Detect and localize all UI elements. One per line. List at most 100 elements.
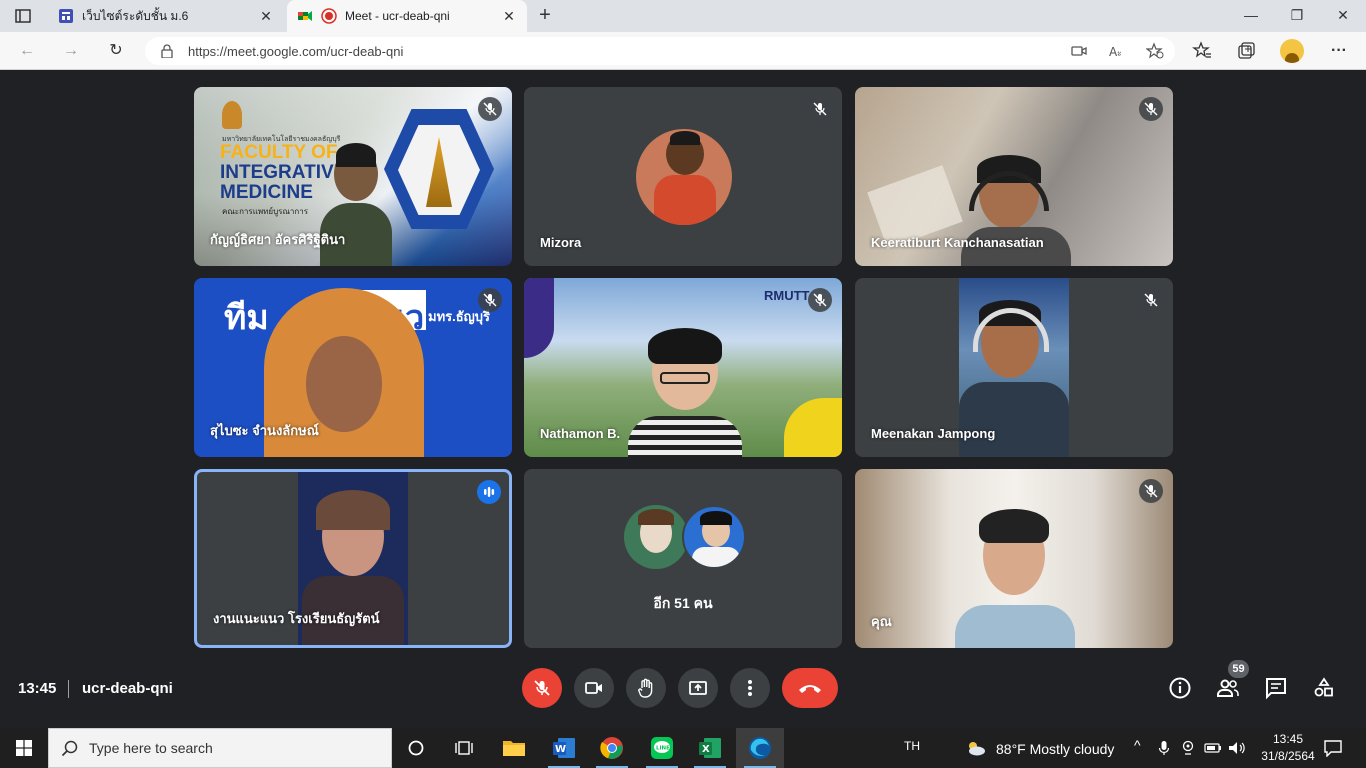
forward-arrow-icon[interactable]: →	[60, 40, 82, 62]
new-tab-button[interactable]: +	[534, 4, 556, 26]
avatar	[636, 129, 732, 225]
cortana-button[interactable]	[392, 728, 440, 768]
present-icon	[689, 681, 707, 695]
speaking-indicator-icon	[477, 480, 501, 504]
input-language[interactable]: TH	[904, 739, 920, 753]
url-text[interactable]: https://meet.google.com/ucr-deab-qni	[188, 44, 403, 59]
participant-name: สุไบซะ จำนงลักษณ์	[210, 423, 319, 438]
mic-muted-icon	[1139, 288, 1163, 312]
edge-button[interactable]	[736, 728, 784, 768]
back-arrow-icon[interactable]: ←	[16, 40, 38, 62]
participant-tile[interactable]: RMUTT Nathamon B.	[524, 278, 842, 457]
more-vert-icon	[748, 680, 752, 696]
restore-button[interactable]: ❐	[1274, 0, 1320, 32]
meeting-details-icon[interactable]	[1168, 676, 1192, 700]
svg-text:X: X	[702, 744, 710, 755]
more-menu-icon[interactable]: ···	[1328, 40, 1350, 62]
participant-tile[interactable]: Meenakan Jampong	[855, 278, 1173, 457]
word-button[interactable]: W	[540, 728, 588, 768]
present-screen-button[interactable]	[678, 668, 718, 708]
raise-hand-button[interactable]	[626, 668, 666, 708]
refresh-icon[interactable]: ↻	[105, 40, 127, 62]
line-app-button[interactable]: LINE	[638, 728, 686, 768]
participant-tile[interactable]: คุณ	[855, 469, 1173, 648]
mic-muted-icon	[808, 288, 832, 312]
clock-date[interactable]: 31/8/2564	[1256, 749, 1320, 763]
chrome-icon	[600, 737, 623, 759]
participant-count-badge: 59	[1228, 660, 1249, 678]
edge-icon	[749, 737, 771, 759]
search-placeholder: Type here to search	[89, 740, 213, 756]
cortana-circle-icon	[408, 740, 424, 756]
notification-center-icon[interactable]	[1324, 739, 1342, 757]
mic-muted-icon	[1139, 97, 1163, 121]
volume-icon[interactable]	[1228, 740, 1246, 756]
close-window-button[interactable]: ✕	[1320, 0, 1366, 32]
camera-toggle-button[interactable]	[574, 668, 614, 708]
mic-off-icon	[534, 680, 550, 696]
clock-time[interactable]: 13:45	[1266, 732, 1310, 746]
avatar	[682, 505, 746, 569]
activities-icon[interactable]	[1312, 676, 1336, 700]
chat-icon[interactable]	[1264, 676, 1288, 700]
faculty-thai-text: คณะการแพทย์บูรณาการ	[222, 207, 309, 216]
participant-name: กัญญ์ธิศยา อัครศิริฐิตินา	[210, 232, 346, 247]
more-options-button[interactable]	[730, 668, 770, 708]
start-button[interactable]	[0, 728, 48, 768]
microphone-tray-icon[interactable]	[1158, 740, 1170, 756]
university-logo-icon	[222, 101, 242, 129]
favorites-icon[interactable]	[1192, 41, 1212, 61]
rmutt-logo-text: RMUTT	[764, 288, 810, 303]
faculty-title-line3: MEDICINE	[220, 182, 313, 203]
participant-name: คุณ	[871, 614, 892, 629]
participant-tile[interactable]: Mizora	[524, 87, 842, 266]
others-tile[interactable]: อีก 51 คน	[524, 469, 842, 648]
camera-icon	[585, 682, 602, 694]
microphone-toggle-button[interactable]	[522, 668, 562, 708]
svg-text:ะ: ะ	[1117, 49, 1122, 59]
weather-cloud-icon[interactable]	[964, 739, 988, 757]
folder-icon	[503, 741, 525, 756]
participant-tile[interactable]: ทีม แนว มทร.ธัญบุรี สุไบซะ จำนงลักษณ์	[194, 278, 512, 457]
participant-tile-active-speaker[interactable]: งานแนะแนว โรงเรียนธัญรัตน์	[194, 469, 512, 648]
participant-name: Mizora	[540, 235, 582, 250]
site-favicon-icon	[59, 9, 73, 23]
close-tab-icon[interactable]: ✕	[258, 8, 274, 25]
battery-icon[interactable]	[1204, 742, 1222, 754]
participant-tile[interactable]: Keeratiburt Kanchanasatian	[855, 87, 1173, 266]
lock-icon	[161, 44, 173, 58]
tab-title: เว็บไซต์ระดับชั้น ม.6	[82, 8, 189, 23]
address-bar-row: ← → ↻ https://meet.google.com/ucr-deab-q…	[0, 32, 1366, 70]
show-hidden-icons-icon[interactable]: ^	[1134, 737, 1141, 753]
excel-icon: X	[699, 738, 721, 758]
file-explorer-button[interactable]	[490, 728, 538, 768]
close-tab-icon[interactable]: ✕	[501, 8, 517, 25]
participants-icon[interactable]	[1216, 676, 1240, 700]
tab-website[interactable]: เว็บไซต์ระดับชั้น ม.6 ✕	[48, 0, 284, 32]
recording-icon	[321, 8, 337, 24]
excel-button[interactable]: X	[686, 728, 734, 768]
chrome-button[interactable]	[588, 728, 636, 768]
collections-icon[interactable]	[1236, 41, 1256, 61]
read-aloud-icon[interactable]: Aะ	[1108, 42, 1126, 60]
profile-avatar[interactable]	[1280, 39, 1304, 63]
leave-call-button[interactable]	[782, 668, 838, 708]
avatar	[624, 505, 688, 569]
participant-tile[interactable]: มหาวิทยาลัยเทคโนโลยีราชมงคลธัญบุรี FACUL…	[194, 87, 512, 266]
minimize-button[interactable]: —	[1228, 0, 1274, 32]
tab-meet[interactable]: Meet - ucr-deab-qni ✕	[287, 0, 527, 32]
task-view-button[interactable]	[440, 728, 488, 768]
meeting-code: ucr-deab-qni	[82, 680, 173, 697]
svg-text:LINE: LINE	[656, 746, 670, 752]
weather-text[interactable]: 88°F Mostly cloudy	[996, 741, 1114, 757]
camera-in-use-icon[interactable]	[1070, 42, 1088, 60]
url-box[interactable]: https://meet.google.com/ucr-deab-qni Aะ	[145, 37, 1175, 65]
windows-taskbar: Type here to search W LINE X TH 88°F Mos…	[0, 728, 1366, 768]
hang-up-icon	[799, 685, 821, 693]
tab-actions-icon[interactable]	[10, 6, 36, 26]
meeting-time: 13:45	[18, 680, 57, 697]
webcam-tray-icon[interactable]	[1181, 740, 1195, 756]
tab-title: Meet - ucr-deab-qni	[345, 9, 450, 23]
taskbar-search-box[interactable]: Type here to search	[48, 728, 392, 768]
add-favorite-icon[interactable]	[1146, 42, 1164, 60]
